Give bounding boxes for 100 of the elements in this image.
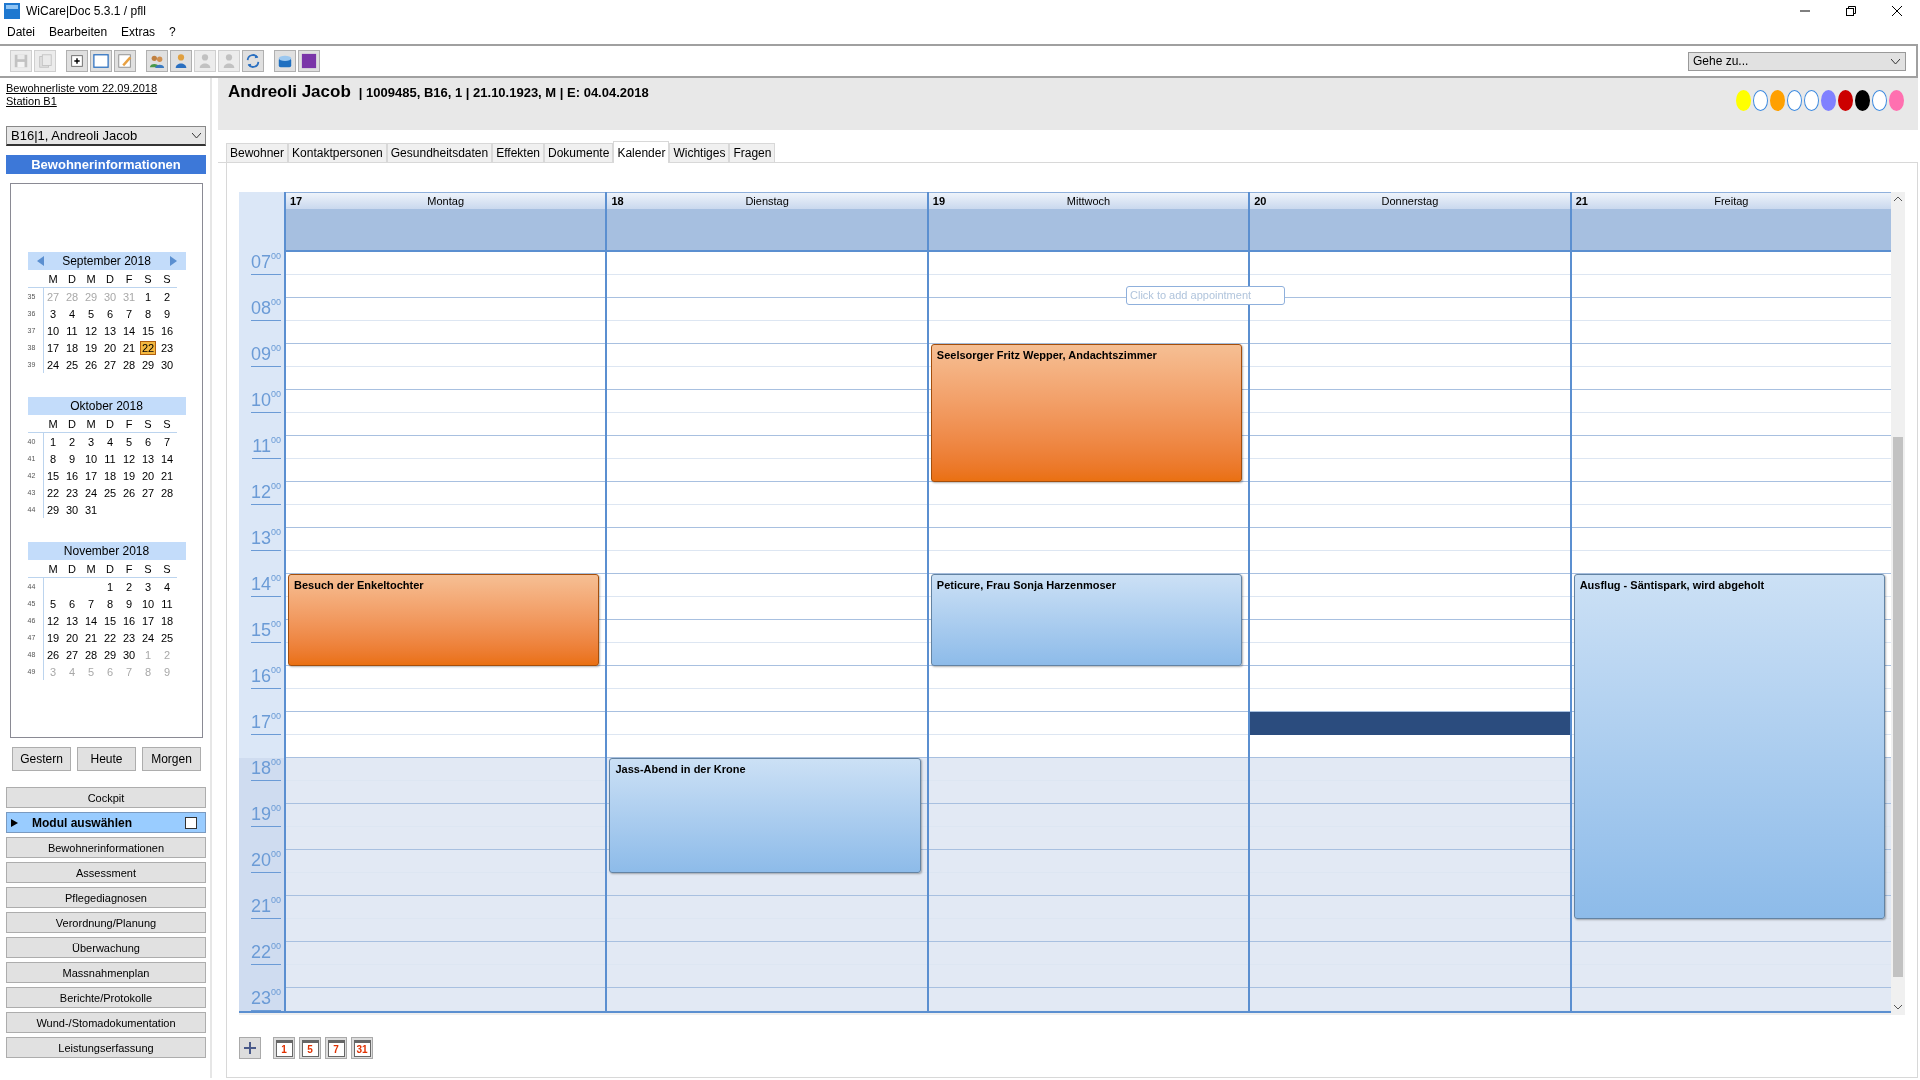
calendar-day[interactable]: 13 xyxy=(140,452,156,465)
module-button[interactable]: Cockpit xyxy=(6,787,206,808)
calendar-day[interactable]: 14 xyxy=(83,614,99,627)
calendar-day[interactable]: 3 xyxy=(86,435,96,448)
module-group-header[interactable]: Modul auswählen xyxy=(6,812,206,833)
calendar-day[interactable]: 17 xyxy=(83,469,99,482)
appointment[interactable]: Ausflug - Säntispark, wird abgeholt xyxy=(1573,574,1886,919)
calendar-day[interactable]: 28 xyxy=(159,486,175,499)
calendar-day[interactable]: 23 xyxy=(64,486,80,499)
calendar-day[interactable]: 15 xyxy=(45,469,61,482)
calendar-day[interactable]: 11 xyxy=(160,597,174,610)
calendar-day[interactable]: 6 xyxy=(105,307,115,320)
calendar-day[interactable]: 22 xyxy=(102,631,118,644)
calendar-day[interactable]: 26 xyxy=(121,486,137,499)
calendar-day[interactable]: 16 xyxy=(159,324,175,337)
calendar-day[interactable]: 10 xyxy=(83,452,99,465)
calendar-day[interactable]: 22 xyxy=(45,486,61,499)
calendar-day[interactable]: 21 xyxy=(159,469,175,482)
calendar-day[interactable]: 29 xyxy=(102,648,118,661)
calendar-day[interactable]: 27 xyxy=(102,358,118,371)
toolbar-button[interactable] xyxy=(274,50,296,72)
day-nav-button[interactable]: Morgen xyxy=(142,747,201,771)
calendar-day[interactable]: 8 xyxy=(143,307,153,320)
resident-list-link[interactable]: Bewohnerliste vom 22.09.2018 xyxy=(6,82,158,95)
calendar-day[interactable]: 25 xyxy=(159,631,175,644)
module-button[interactable]: Leistungserfassung xyxy=(6,1037,206,1058)
calendar-day[interactable]: 4 xyxy=(67,307,77,320)
resident-dropdown[interactable]: B16|1, Andreoli Jacob xyxy=(6,126,206,146)
calendar-day[interactable]: 12 xyxy=(121,452,137,465)
menu-item[interactable]: Extras xyxy=(121,25,156,39)
tab[interactable]: Fragen xyxy=(729,143,776,162)
tab[interactable]: Dokumente xyxy=(544,143,614,162)
module-button[interactable]: Massnahmenplan xyxy=(6,962,206,983)
menu-item[interactable]: Bearbeiten xyxy=(49,25,108,39)
calendar-day[interactable]: 8 xyxy=(48,452,58,465)
tab[interactable]: Effekten xyxy=(492,143,544,162)
calendar-day[interactable]: 29 xyxy=(140,358,156,371)
calendar-day[interactable]: 19 xyxy=(45,631,61,644)
calendar-day[interactable]: 11 xyxy=(65,324,79,337)
calendar-day[interactable]: 7 xyxy=(162,435,172,448)
module-button[interactable]: Assessment xyxy=(6,862,206,883)
calendar-day[interactable]: 5 xyxy=(48,597,58,610)
calendar-day[interactable]: 8 xyxy=(105,597,115,610)
calendar-day[interactable]: 28 xyxy=(121,358,137,371)
calendar-day[interactable]: 27 xyxy=(64,648,80,661)
calendar-day[interactable]: 2 xyxy=(162,290,172,303)
calendar-day[interactable]: 19 xyxy=(121,469,137,482)
calendar-day[interactable]: 30 xyxy=(159,358,175,371)
module-button[interactable]: Wund-/Stomadokumentation xyxy=(6,1012,206,1033)
tab[interactable]: Kalender xyxy=(613,141,670,163)
calendar-day[interactable]: 12 xyxy=(45,614,61,627)
calendar-day[interactable]: 15 xyxy=(140,324,156,337)
day-column[interactable]: Besuch der Enkeltochter xyxy=(284,252,606,1011)
calendar-day[interactable]: 16 xyxy=(121,614,137,627)
calendar-day[interactable]: 1 xyxy=(143,290,153,303)
calendar-day[interactable]: 4 xyxy=(105,435,115,448)
calendar-day[interactable]: 3 xyxy=(48,307,58,320)
calendar-day[interactable]: 20 xyxy=(64,631,80,644)
appointment[interactable]: Besuch der Enkeltochter xyxy=(288,574,600,666)
calendar-day[interactable]: 12 xyxy=(83,324,99,337)
calendar-day[interactable]: 11 xyxy=(103,452,117,465)
toolbar-button[interactable] xyxy=(298,50,320,72)
module-button[interactable]: Bewohnerinformationen xyxy=(6,837,206,858)
calendar-day[interactable]: 29 xyxy=(45,503,61,516)
toolbar-button[interactable] xyxy=(170,50,192,72)
next-arrow-icon[interactable] xyxy=(168,256,177,266)
calendar-day[interactable]: 2 xyxy=(124,580,134,593)
calendar-day[interactable]: 2 xyxy=(67,435,77,448)
calendar-day[interactable]: 1 xyxy=(105,580,115,593)
day-nav-button[interactable]: Gestern xyxy=(12,747,71,771)
calendar-day[interactable]: 17 xyxy=(140,614,156,627)
tab[interactable]: Kontaktpersonen xyxy=(288,143,387,162)
menu-item[interactable]: ? xyxy=(169,25,176,39)
toolbar-button[interactable] xyxy=(66,50,88,72)
calendar-day[interactable]: 13 xyxy=(64,614,80,627)
appointment[interactable]: Jass-Abend in der Krone xyxy=(609,758,921,873)
tab[interactable]: Wichtiges xyxy=(669,143,730,162)
calendar-day[interactable]: 9 xyxy=(67,452,77,465)
add-button[interactable] xyxy=(239,1037,261,1059)
checkbox[interactable] xyxy=(185,816,197,829)
appointment[interactable]: Seelsorger Fritz Wepper, Andachtszimmer xyxy=(930,344,1243,482)
calendar-day[interactable]: 14 xyxy=(159,452,175,465)
day-column[interactable]: Ausflug - Säntispark, wird abgeholt xyxy=(1569,252,1891,1011)
calendar-day[interactable]: 23 xyxy=(121,631,137,644)
appointment[interactable]: Peticure, Frau Sonja Harzenmoser xyxy=(930,574,1243,666)
calendar-day[interactable]: 21 xyxy=(121,341,137,354)
calendar-day[interactable]: 14 xyxy=(121,324,137,337)
calendar-day[interactable]: 7 xyxy=(124,307,134,320)
toolbar-button[interactable] xyxy=(90,50,112,72)
calendar-day[interactable]: 28 xyxy=(83,648,99,661)
calendar-day[interactable]: 5 xyxy=(86,307,96,320)
calendar-day[interactable]: 10 xyxy=(45,324,61,337)
calendar-day[interactable]: 26 xyxy=(45,648,61,661)
calendar-view-button[interactable]: 1 xyxy=(273,1037,295,1059)
calendar-day[interactable]: 24 xyxy=(83,486,99,499)
day-column[interactable]: Jass-Abend in der Krone xyxy=(605,252,927,1011)
tab[interactable]: Bewohner xyxy=(226,143,289,162)
calendar-day[interactable]: 27 xyxy=(140,486,156,499)
calendar-view-button[interactable]: 7 xyxy=(325,1037,347,1059)
calendar-view-button[interactable]: 5 xyxy=(299,1037,321,1059)
